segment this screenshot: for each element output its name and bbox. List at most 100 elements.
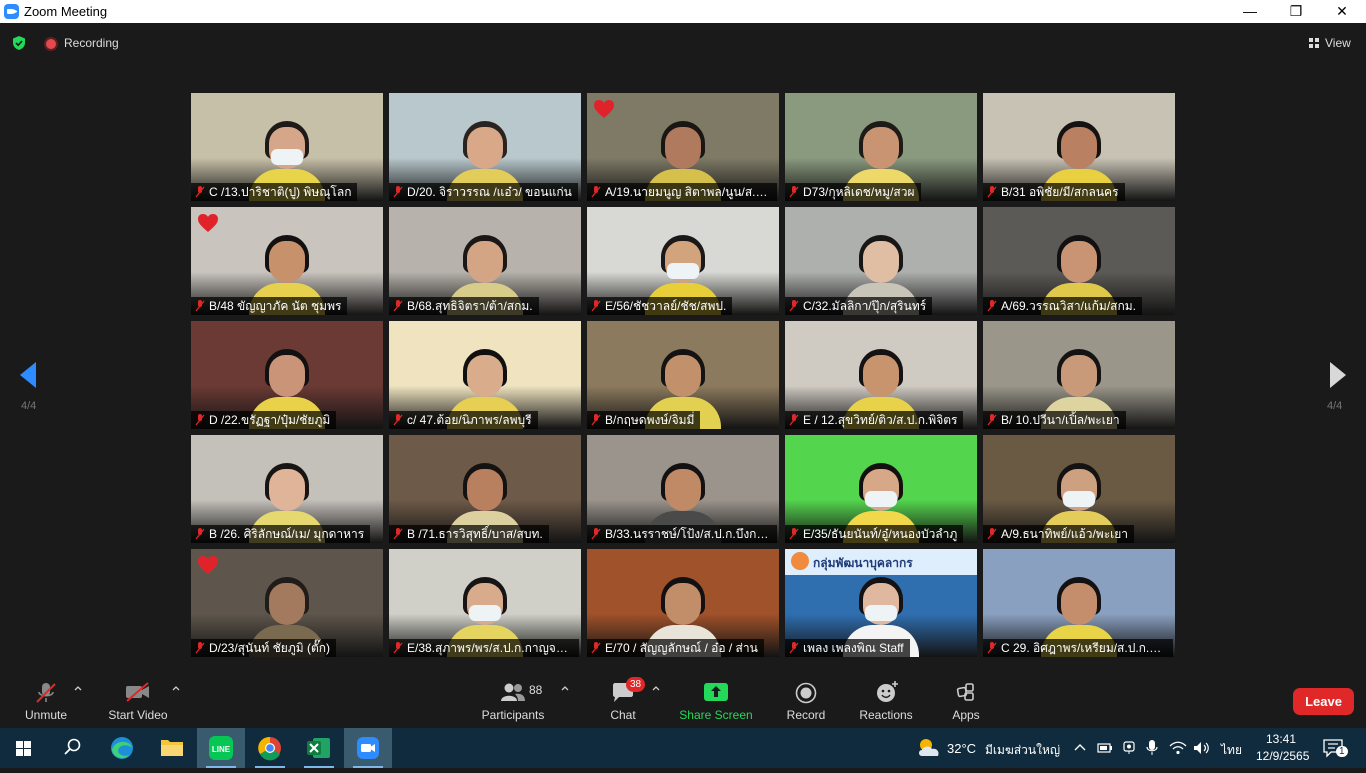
heart-reaction-icon [198,214,218,232]
record-icon [795,682,817,704]
participant-video-tile[interactable]: E/56/ชัชวาลย์/ชัช/สพป. [587,207,779,315]
participant-video-tile[interactable]: A/19.นายมนูญ สิตาพล/นูน/ส.ป.ก. [587,93,779,201]
leave-button[interactable]: Leave [1293,688,1354,715]
view-button[interactable]: View [1302,31,1358,55]
clock-date[interactable]: 12/9/2565 [1256,749,1309,763]
input-language-indicator[interactable]: ไทย [1221,741,1242,760]
participant-video-tile[interactable]: B/48 ขัญญาภัค นัต ชุมพร [191,207,383,315]
apps-button[interactable]: Apps [946,673,986,728]
muted-microphone-icon [195,528,205,540]
volume-icon[interactable] [1193,740,1211,756]
participant-video-tile[interactable]: C 29. อิศฎาพร/เหรียม/ส.ป.ก.ยโสธร [983,549,1175,657]
participant-video-tile[interactable]: A/69.วรรณวิสา/แก้ม/สกม. [983,207,1175,315]
participant-video-tile[interactable]: B/33.นรราชษ์/โป้ง/ส.ป.ก.บึงกาฬ [587,435,779,543]
audio-options-caret-icon[interactable] [74,685,82,691]
minimize-button[interactable]: — [1227,0,1273,23]
participant-video-tile[interactable]: D73/กุหลิเดช/หมู/สวผ [785,93,977,201]
participant-name-bar: A/19.นายมนูญ สิตาพล/นูน/ส.ป.ก. [587,183,777,201]
recording-label[interactable]: Recording [64,36,119,50]
participant-video-tile[interactable]: กลุ่มพัฒนาบุคลากร เพลง เพลงพิณ Staff [785,549,977,657]
edge-browser-icon[interactable] [98,728,146,768]
show-hidden-icons-chevron-icon[interactable] [1074,742,1086,752]
participant-name: B/ 10.ปวีนา/เปิ้ล/พะเยา [1001,413,1120,427]
participant-video-tile[interactable]: E/70 / สัญญลักษณ์ / อ๋อ / ส่าน [587,549,779,657]
taskbar-excel[interactable] [295,728,343,768]
participant-video-tile[interactable]: A/9.ธนาทิพย์/แอ้ว/พะเยา [983,435,1175,543]
taskbar-line-app[interactable]: LINE [197,728,245,768]
unmute-button[interactable]: Unmute [18,673,74,728]
muted-microphone-icon [393,300,403,312]
participants-button[interactable]: Participants [478,673,548,728]
next-page-arrow-icon[interactable] [1328,360,1348,390]
participants-options-caret-icon[interactable] [561,685,569,691]
taskbar-chrome[interactable] [246,728,294,768]
file-explorer-icon[interactable] [148,728,196,768]
participant-video-tile[interactable]: B/กฤษดพงษ์/จิมมี่ [587,321,779,429]
muted-microphone-icon [987,528,997,540]
muted-microphone-icon [591,642,601,654]
restore-button[interactable]: ❐ [1273,0,1319,23]
previous-page-arrow-icon[interactable] [18,360,38,390]
muted-microphone-icon [393,414,403,426]
participant-name-bar: E/35/ธันยนันท์/อู๋/หนองบัวลำภู [785,525,964,543]
weather-cloud-sun-icon[interactable] [916,736,942,758]
meeting-toolbar: Unmute Start Video Participants 88 Chat … [0,673,1366,728]
participant-name: D/23/สุนันท์ ชัยภูมิ (ตั๊ก) [209,641,331,655]
participant-name-bar: C /13.ปาริชาติ(ปู) พิษณุโลก [191,183,358,201]
participant-video-tile[interactable]: C/32.มัลลิกา/ปุ๊ก/สุรินทร์ [785,207,977,315]
window-titlebar: Zoom Meeting — ❐ ✕ [0,0,1366,23]
banner-logo-icon [791,552,809,570]
share-screen-button[interactable]: Share Screen [678,673,754,728]
participant-name: A/9.ธนาทิพย์/แอ้ว/พะเยา [1001,527,1129,541]
heart-reaction-icon [594,100,614,118]
microphone-muted-icon [36,683,56,703]
wifi-icon[interactable] [1169,740,1187,756]
windows-start-icon[interactable] [0,728,48,768]
participant-video-tile[interactable]: C /13.ปาริชาติ(ปู) พิษณุโลก [191,93,383,201]
participant-name: D73/กุหลิเดช/หมู/สวผ [803,185,915,199]
excel-icon [307,738,330,758]
video-options-caret-icon[interactable] [172,685,180,691]
participant-name-bar: D73/กุหลิเดช/หมู/สวผ [785,183,921,201]
participant-name: C/32.มัลลิกา/ปุ๊ก/สุรินทร์ [803,299,927,313]
participant-video-tile[interactable]: B /71.ธารวิสุทธิ์/บาส/สบท. [389,435,581,543]
clock-time[interactable]: 13:41 [1266,732,1296,746]
participant-name: B/กฤษดพงษ์/จิมมี่ [605,413,695,427]
muted-microphone-icon [789,642,799,654]
participant-video-tile[interactable]: D /22.ขรัฏฐา/ปุ๋ม/ชัยภูมิ [191,321,383,429]
participant-video-tile[interactable]: E/38.สุภาพร/พร/ส.ป.ก.กาญจนบุรี [389,549,581,657]
muted-microphone-icon [987,186,997,198]
participant-video-tile[interactable]: B/68.สุทธิจิตรา/ต้า/สกม. [389,207,581,315]
participant-video-tile[interactable]: D/23/สุนันท์ ชัยภูมิ (ตั๊ก) [191,549,383,657]
muted-microphone-icon [987,300,997,312]
participant-video-tile[interactable]: E / 12.สุขวิทย์/ติว/ส.ป.ก.พิจิตร [785,321,977,429]
record-button[interactable]: Record [782,673,830,728]
participant-video-tile[interactable]: D/20. จิราวรรณ /แอ๋ว/ ขอนแก่น [389,93,581,201]
participant-name: B /26. ศิริลักษณ์/เม/ มุกดาหาร [209,527,365,541]
participant-video-tile[interactable]: E/35/ธันยนันท์/อู๋/หนองบัวลำภู [785,435,977,543]
participant-video-tile[interactable]: B /26. ศิริลักษณ์/เม/ มุกดาหาร [191,435,383,543]
weather-temperature: 32°C [947,741,977,756]
start-video-button[interactable]: Start Video [104,673,172,728]
participant-video-tile[interactable]: c/ 47.ต้อย/นิภาพร/ลพบุรี [389,321,581,429]
muted-microphone-icon [789,300,799,312]
window-title: Zoom Meeting [24,4,108,19]
close-button[interactable]: ✕ [1319,0,1365,23]
search-icon[interactable] [48,728,96,768]
zoom-app-icon [4,4,19,19]
reactions-button[interactable]: Reactions [857,673,915,728]
shield-icon[interactable] [11,35,27,51]
participant-name-bar: E/38.สุภาพร/พร/ส.ป.ก.กาญจนบุรี [389,639,579,657]
microphone-in-use-icon[interactable] [1145,739,1159,757]
participant-video-tile[interactable]: B/ 10.ปวีนา/เปิ้ล/พะเยา [983,321,1175,429]
start-video-label: Start Video [108,708,168,722]
participant-video-tile[interactable]: B/31 อพิชัย/มี/สกลนคร [983,93,1175,201]
participant-name-bar: B/ 10.ปวีนา/เปิ้ล/พะเยา [983,411,1126,429]
chat-options-caret-icon[interactable] [652,685,660,691]
participant-name: B/68.สุทธิจิตรา/ต้า/สกม. [407,299,533,313]
webcam-in-use-icon[interactable] [1122,740,1136,756]
meeting-topbar: Recording View [0,23,1366,63]
participant-name-bar: B /26. ศิริลักษณ์/เม/ มุกดาหาร [191,525,371,543]
battery-icon[interactable] [1097,741,1113,754]
taskbar-zoom[interactable] [344,728,392,768]
